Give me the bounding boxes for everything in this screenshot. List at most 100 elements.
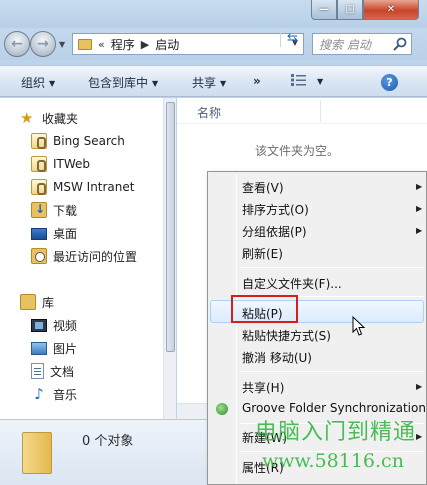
nav-item-downloads[interactable]: 下载 — [31, 200, 163, 220]
include-in-library-menu[interactable]: 包含到库中 ▼ — [88, 74, 158, 91]
favorite-link-icon — [31, 156, 47, 172]
nav-scrollbar[interactable] — [163, 98, 176, 419]
music-note-icon: ♪ — [34, 385, 44, 403]
include-label: 包含到库中 — [88, 76, 149, 90]
libraries-header[interactable]: 库 — [20, 292, 163, 312]
nav-item-documents[interactable]: 文档 — [31, 361, 163, 381]
video-library-icon — [31, 318, 47, 332]
nav-item-recent-places[interactable]: 最近访问的位置 — [31, 246, 163, 266]
share-label: 共享 — [192, 76, 217, 90]
column-divider[interactable] — [320, 100, 321, 122]
submenu-arrow-icon: ▶ — [416, 226, 423, 235]
title-bar: — □ ✕ — [0, 0, 427, 28]
groove-icon — [216, 403, 228, 415]
favorite-link-icon — [31, 133, 47, 149]
mouse-cursor-icon — [352, 316, 366, 336]
submenu-arrow-icon: ▶ — [416, 182, 423, 191]
search-input[interactable]: 搜索 启动 — [312, 33, 412, 55]
empty-folder-message: 该文件夹为空。 — [255, 144, 340, 158]
nav-item-label: 图片 — [53, 341, 78, 356]
breadcrumb-overflow[interactable]: « — [98, 38, 105, 51]
menu-item-undo-move[interactable]: 撤消 移动(U) — [242, 349, 312, 366]
desktop-icon — [31, 228, 47, 240]
nav-item-pictures[interactable]: 图片 — [31, 338, 163, 358]
downloads-folder-icon — [31, 202, 47, 218]
nav-item-label: MSW Intranet — [53, 180, 135, 194]
menu-separator — [240, 267, 424, 268]
nav-item-bing-search[interactable]: Bing Search — [31, 131, 163, 151]
submenu-arrow-icon: ▶ — [416, 382, 423, 391]
chevron-down-icon: ▼ — [220, 79, 227, 88]
nav-item-label: 文档 — [50, 364, 75, 379]
pictures-library-icon — [31, 341, 47, 355]
nav-item-label: 最近访问的位置 — [53, 249, 138, 264]
menu-item-group-by[interactable]: 分组依据(P) — [242, 223, 307, 240]
command-bar: 组织 ▼ 包含到库中 ▼ 共享 ▼ » ▼ ? — [0, 65, 427, 97]
forward-button[interactable]: → — [30, 31, 56, 57]
favorites-label: 收藏夹 — [42, 111, 79, 126]
help-button[interactable]: ? — [381, 74, 398, 91]
arrow-left-icon: ← — [11, 36, 23, 52]
submenu-arrow-icon: ▶ — [416, 204, 423, 213]
search-placeholder: 搜索 启动 — [319, 37, 371, 52]
star-icon: ★ — [20, 109, 34, 127]
organize-menu[interactable]: 组织 ▼ — [21, 74, 55, 91]
history-dropdown-icon[interactable]: ▼ — [59, 40, 65, 49]
maximize-button[interactable]: □ — [337, 0, 363, 20]
nav-item-videos[interactable]: 视频 — [31, 315, 163, 335]
favorites-header[interactable]: ★ 收藏夹 — [20, 108, 163, 128]
folder-icon — [78, 38, 92, 50]
menu-item-groove-sync[interactable]: Groove Folder Synchronization — [242, 401, 426, 415]
column-header-name[interactable]: 名称 — [177, 98, 427, 124]
nav-item-label: ITWeb — [53, 157, 91, 171]
menu-item-share[interactable]: 共享(H) — [242, 379, 284, 396]
nav-item-music[interactable]: ♪ 音乐 — [31, 384, 163, 404]
arrow-right-icon: → — [37, 36, 49, 52]
minimize-button[interactable]: — — [311, 0, 337, 20]
breadcrumb-chevron-icon[interactable]: ▶ — [141, 38, 149, 51]
breadcrumb-programs[interactable]: 程序 — [111, 36, 135, 53]
column-header-label: 名称 — [197, 106, 222, 120]
refresh-button[interactable]: ⇆ — [280, 31, 304, 47]
menu-item-view[interactable]: 查看(V) — [242, 179, 284, 196]
nav-item-label: Bing Search — [53, 134, 125, 148]
watermark-url: www.58116.cn — [262, 450, 404, 472]
nav-item-label: 视频 — [53, 318, 78, 333]
chevron-down-icon: ▼ — [49, 79, 56, 88]
window-controls: — □ ✕ — [311, 0, 427, 20]
nav-item-label: 下载 — [53, 203, 78, 218]
menu-item-sort-by[interactable]: 排序方式(O) — [242, 201, 309, 218]
nav-scrollbar-thumb[interactable] — [166, 102, 175, 352]
chevron-down-icon: ▼ — [152, 79, 159, 88]
chevron-down-icon: ▼ — [317, 77, 324, 86]
nav-item-itweb[interactable]: ITWeb — [31, 154, 163, 174]
change-view-button[interactable]: ▼ — [291, 74, 323, 88]
navigation-pane: ★ 收藏夹 Bing Search ITWeb MSW Intranet 下载 … — [0, 98, 163, 419]
horizontal-scrollbar[interactable] — [177, 403, 209, 419]
more-commands-button[interactable]: » — [253, 74, 261, 88]
paste-highlight-box — [231, 295, 298, 323]
address-row: ← → ▼ « 程序 ▶ 启动 ▼ ⇆ 搜索 启动 — [0, 28, 427, 60]
address-bar[interactable]: « 程序 ▶ 启动 ▼ — [72, 33, 304, 55]
menu-separator — [240, 371, 424, 372]
menu-item-paste-shortcut[interactable]: 粘贴快捷方式(S) — [242, 327, 331, 344]
library-icon — [20, 294, 36, 310]
menu-item-refresh[interactable]: 刷新(E) — [242, 245, 283, 262]
menu-gutter — [236, 174, 237, 484]
nav-item-label: 音乐 — [53, 387, 78, 402]
nav-item-desktop[interactable]: 桌面 — [31, 223, 163, 243]
close-button[interactable]: ✕ — [363, 0, 419, 20]
nav-item-label: 桌面 — [53, 226, 78, 241]
breadcrumb-startup[interactable]: 启动 — [155, 36, 179, 53]
share-menu[interactable]: 共享 ▼ — [192, 74, 226, 91]
organize-label: 组织 — [21, 76, 46, 90]
recent-places-icon — [31, 248, 47, 264]
submenu-arrow-icon: ▶ — [416, 432, 423, 441]
menu-item-customize-folder[interactable]: 自定义文件夹(F)... — [242, 275, 342, 292]
view-list-icon — [291, 74, 306, 86]
watermark-title: 电脑入门到精通 — [255, 420, 417, 445]
nav-item-msw-intranet[interactable]: MSW Intranet — [31, 177, 163, 197]
search-icon[interactable] — [392, 36, 408, 52]
large-folder-icon — [22, 432, 52, 474]
back-button[interactable]: ← — [4, 31, 30, 57]
